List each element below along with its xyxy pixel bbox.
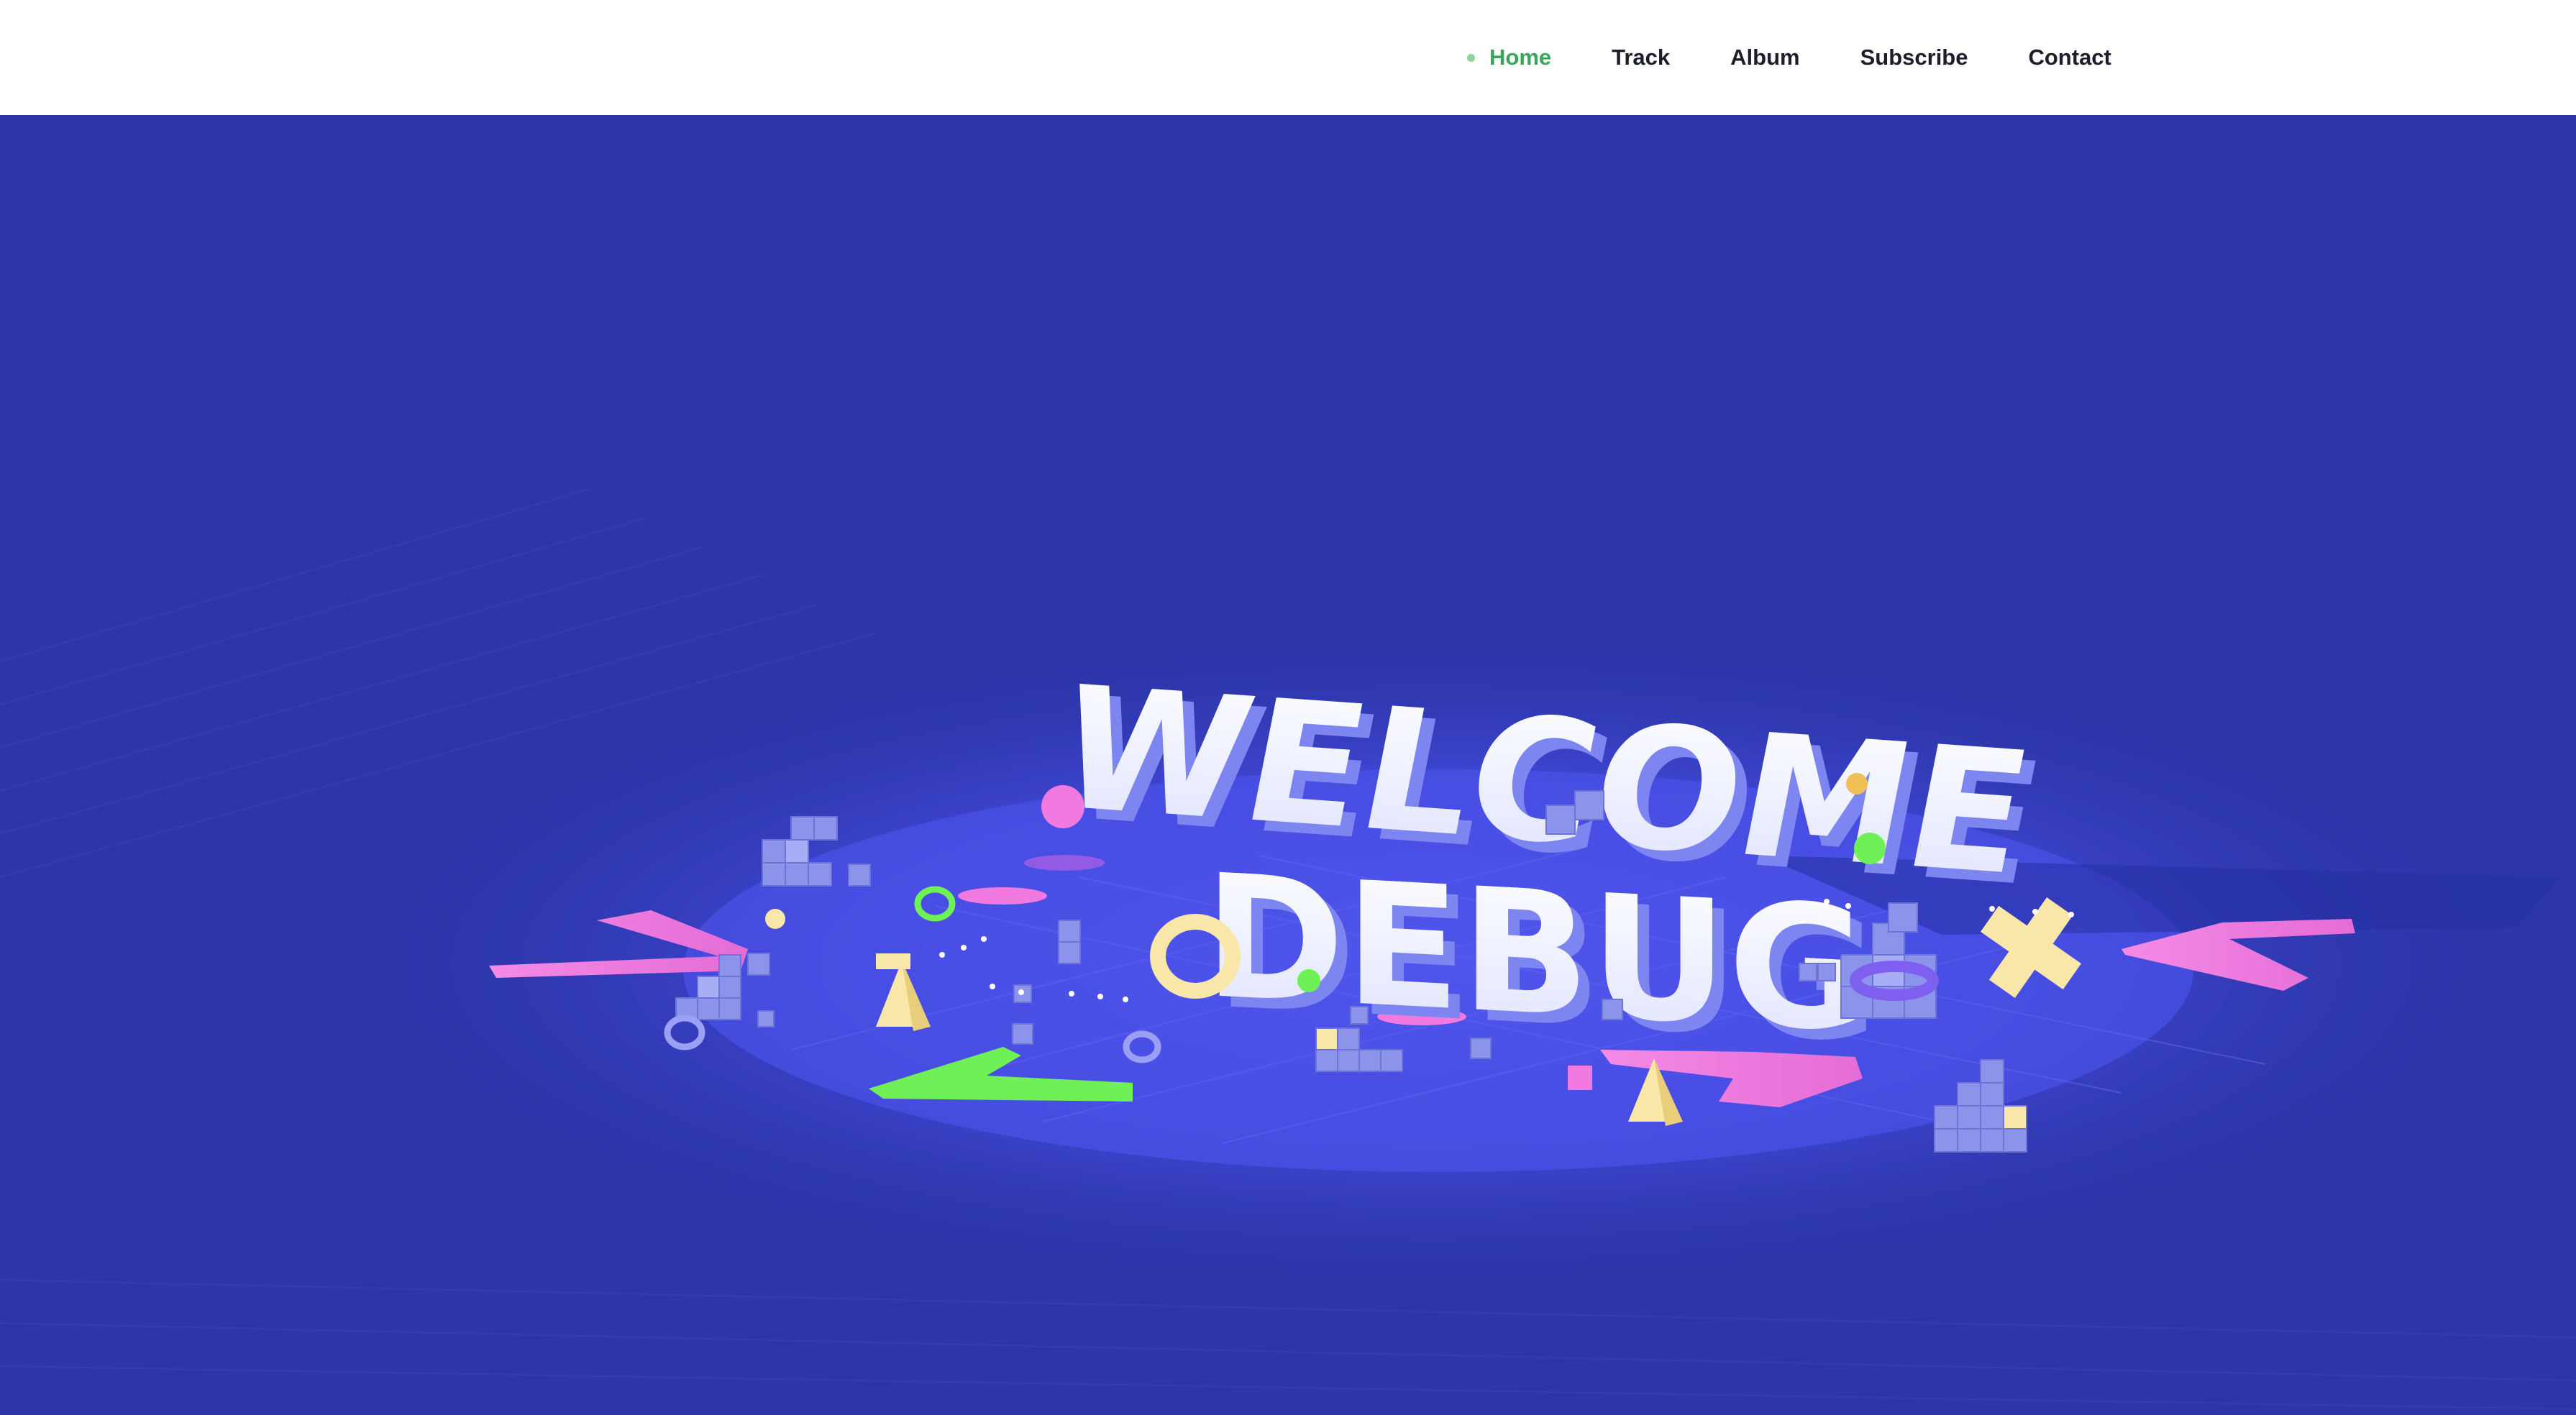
hero-3d-illustration: WELCOME WELCOME DEBUG DEBUG <box>0 488 2576 1410</box>
green-blob-right <box>1854 833 1886 864</box>
yellow-ball-left <box>765 909 785 929</box>
debug-text-face: DEBUG <box>1204 838 1867 1070</box>
debug-3d-text: DEBUG DEBUG <box>1204 838 1878 1081</box>
nav-album-link[interactable]: Album <box>1730 0 1799 115</box>
nav-track-label: Track <box>1612 45 1671 70</box>
pink-cube <box>1568 1066 1592 1090</box>
main-nav: Home Track Album Subscribe Contact <box>1467 0 2172 115</box>
yellow-ball-right <box>1846 773 1868 794</box>
pink-blob <box>1041 785 1084 828</box>
nav-home-link[interactable]: Home <box>1467 0 1551 115</box>
nav-contact-link[interactable]: Contact <box>2028 0 2111 115</box>
nav-track-link[interactable]: Track <box>1612 0 1670 115</box>
hero-scene: WELCOME WELCOME DEBUG DEBUG <box>0 115 2576 1415</box>
pink-disc-1 <box>958 887 1047 905</box>
nav-home-label: Home <box>1489 45 1552 70</box>
active-indicator-dot <box>1467 53 1475 62</box>
top-navigation-bar: Home Track Album Subscribe Contact <box>0 0 2576 115</box>
nav-subscribe-label: Subscribe <box>1860 45 1968 70</box>
nav-album-label: Album <box>1730 45 1800 70</box>
green-blob-center <box>1297 969 1320 992</box>
nav-subscribe-link[interactable]: Subscribe <box>1860 0 1968 115</box>
nav-contact-label: Contact <box>2028 45 2111 70</box>
